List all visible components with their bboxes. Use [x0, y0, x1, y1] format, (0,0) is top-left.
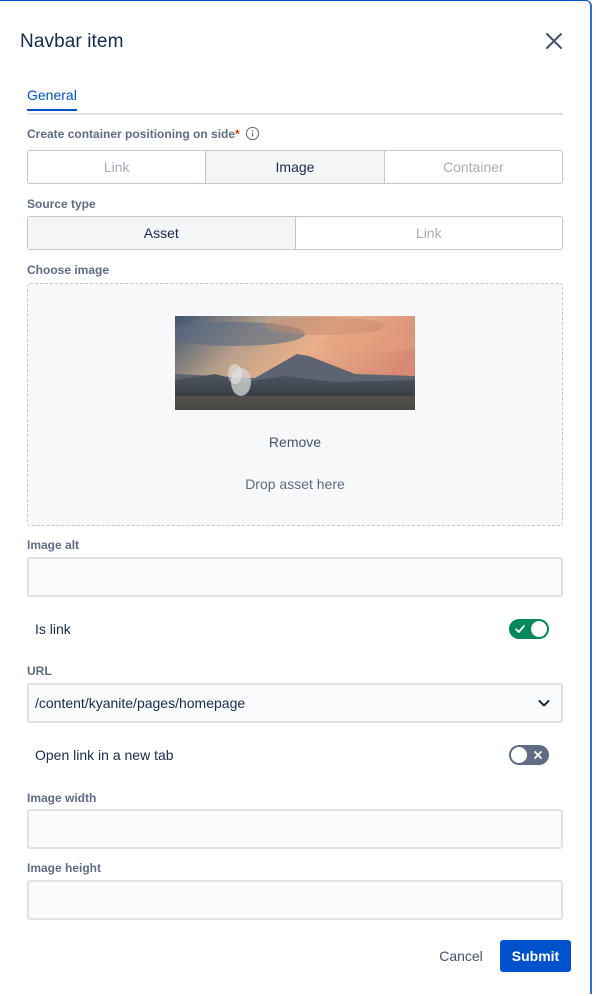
cancel-button[interactable]: Cancel	[430, 941, 492, 971]
image-alt-label: Image alt	[27, 538, 80, 552]
positioning-option-link[interactable]: Link	[28, 151, 206, 183]
dialog-title: Navbar item	[20, 31, 124, 52]
chevron-down-icon	[538, 700, 550, 707]
new-tab-toggle[interactable]	[509, 745, 549, 765]
source-type-segmented-control: Asset Link	[27, 216, 563, 250]
image-width-label: Image width	[27, 791, 97, 805]
choose-image-label: Choose image	[27, 263, 110, 277]
image-alt-input[interactable]	[27, 557, 563, 597]
navbar-item-dialog: Navbar item General Create container pos…	[0, 0, 592, 994]
info-icon[interactable]	[245, 126, 260, 144]
positioning-option-image[interactable]: Image	[205, 151, 384, 183]
drop-asset-text: Drop asset here	[245, 476, 345, 492]
url-select-value: /content/kyanite/pages/homepage	[35, 695, 246, 711]
check-icon	[515, 625, 525, 633]
toggle-knob	[511, 747, 527, 763]
remove-image-button[interactable]: Remove	[28, 434, 562, 450]
url-select[interactable]: /content/kyanite/pages/homepage	[27, 683, 563, 723]
positioning-label-row: Create container positioning on side*	[27, 126, 260, 144]
image-width-input[interactable]	[27, 809, 563, 849]
url-label: URL	[27, 664, 52, 678]
close-icon	[546, 33, 562, 49]
submit-button[interactable]: Submit	[500, 940, 571, 972]
tab-bar: General	[27, 87, 563, 115]
positioning-label: Create container positioning on side	[27, 127, 236, 141]
source-option-asset[interactable]: Asset	[28, 217, 295, 249]
close-button[interactable]	[542, 29, 566, 53]
tab-general[interactable]: General	[27, 87, 77, 111]
is-link-label: Is link	[35, 621, 71, 637]
positioning-segmented-control: Link Image Container	[27, 150, 563, 184]
asset-drop-zone[interactable]: Remove Drop asset here	[27, 283, 563, 526]
cross-icon	[534, 751, 542, 759]
new-tab-label: Open link in a new tab	[35, 747, 174, 763]
image-height-label: Image height	[27, 861, 102, 875]
source-option-link[interactable]: Link	[294, 217, 562, 249]
toggle-knob	[531, 621, 547, 637]
positioning-option-container[interactable]: Container	[383, 151, 562, 183]
source-type-label: Source type	[27, 197, 96, 211]
required-mark: *	[235, 127, 240, 141]
image-preview	[175, 316, 415, 410]
image-height-input[interactable]	[27, 880, 563, 920]
is-link-toggle[interactable]	[509, 619, 549, 639]
